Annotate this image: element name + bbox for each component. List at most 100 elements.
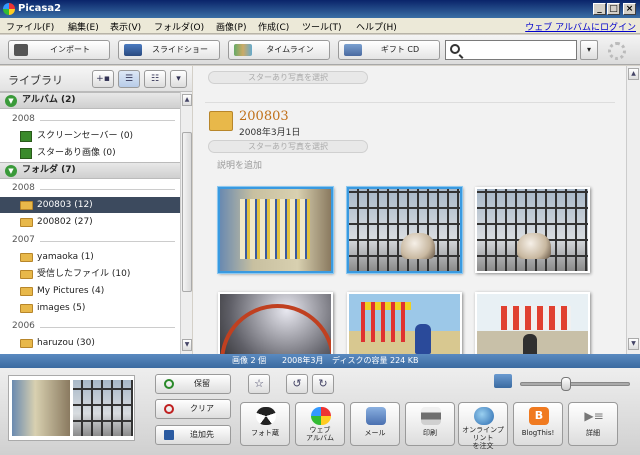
status-disk-size: ディスクの容量 224 KB xyxy=(332,356,419,365)
folder-item-my-pictures[interactable]: My Pictures (4) xyxy=(20,283,180,299)
folder-icon xyxy=(209,111,233,131)
folder-icon xyxy=(20,339,33,348)
menu-tools[interactable]: ツール(T) xyxy=(302,20,342,33)
blogthis-button[interactable]: B BlogThis! xyxy=(513,402,563,446)
slider-knob[interactable] xyxy=(561,377,571,391)
thumbnail-size-icon xyxy=(494,374,512,388)
album-item-screensaver[interactable]: スクリーンセーバー (0) xyxy=(20,128,180,144)
scroll-down-icon[interactable]: ▼ xyxy=(628,338,639,350)
album-icon xyxy=(20,131,32,142)
folder-item-haruzou[interactable]: haruzou (30) xyxy=(20,335,180,351)
albums-section-header[interactable]: ▼ アルバム (2) xyxy=(0,92,180,109)
new-album-button[interactable]: +▪ xyxy=(92,70,114,88)
print-button[interactable]: 印刷 xyxy=(405,402,455,446)
timeline-button[interactable]: タイムライン xyxy=(228,40,330,60)
library-scrollbar[interactable]: ▲ ▼ xyxy=(180,92,192,354)
child-in-photo xyxy=(415,324,431,354)
photo-thumbnail[interactable] xyxy=(217,186,334,274)
album-item-starred[interactable]: スターあり画像 (0) xyxy=(20,145,180,161)
hold-button[interactable]: 保留 xyxy=(155,374,231,394)
web-album-button[interactable]: ウェブ アルバム xyxy=(295,402,345,446)
photo-thumbnail[interactable] xyxy=(347,292,462,354)
photozou-icon xyxy=(256,407,276,425)
year-divider xyxy=(40,241,175,242)
search-dropdown-button[interactable]: ▾ xyxy=(580,40,598,60)
title-bar: Picasa2 _ □ × xyxy=(0,0,640,18)
year-label: 2008 xyxy=(12,114,35,124)
photo-content xyxy=(220,304,331,354)
folder-item-200802[interactable]: 200802 (27) xyxy=(20,214,180,230)
tray-photo[interactable] xyxy=(73,380,133,436)
thumbnail-size-slider[interactable] xyxy=(520,377,630,391)
scroll-up-icon[interactable]: ▲ xyxy=(628,68,639,80)
library-options-button[interactable]: ▾ xyxy=(170,70,187,88)
folders-section-header[interactable]: ▼ フォルダ (7) xyxy=(0,162,180,179)
clear-icon xyxy=(164,404,174,414)
folder-item-images[interactable]: images (5) xyxy=(20,300,180,316)
tree-view-button[interactable]: ☷ xyxy=(144,70,166,88)
tray-photo[interactable] xyxy=(12,380,70,436)
web-album-icon xyxy=(311,407,331,425)
menu-create[interactable]: 作成(C) xyxy=(258,20,289,33)
scrollbar-thumb[interactable] xyxy=(182,132,192,292)
close-button[interactable]: × xyxy=(623,3,636,15)
toolbar: インポート スライドショー タイムライン ギフト CD ▾ xyxy=(0,35,640,65)
flat-view-button[interactable]: ☰ xyxy=(118,70,140,88)
slideshow-button[interactable]: スライドショー xyxy=(118,40,220,60)
menu-bar: ファイル(F) 編集(E) 表示(V) フォルダ(O) 画像(P) 作成(C) … xyxy=(0,18,640,34)
photo-thumbnail[interactable] xyxy=(218,292,333,354)
menu-view[interactable]: 表示(V) xyxy=(110,20,141,33)
rotate-right-button[interactable]: ↻ xyxy=(312,374,334,394)
import-button[interactable]: インポート xyxy=(8,40,110,60)
collapse-icon: ▼ xyxy=(5,165,17,177)
status-count: 画像 2 個 xyxy=(232,356,267,365)
rotate-left-button[interactable]: ↺ xyxy=(286,374,308,394)
email-button[interactable]: メール xyxy=(350,402,400,446)
library-header: ライブラリ +▪ ☰ ☷ ▾ xyxy=(0,66,192,92)
timeline-icon xyxy=(234,44,252,56)
maximize-button[interactable]: □ xyxy=(607,3,620,15)
year-divider xyxy=(40,327,175,328)
select-starred-button[interactable]: スターあり写真を選択 xyxy=(208,140,368,153)
child-in-photo xyxy=(523,334,537,354)
folder-item-yamaoka[interactable]: yamaoka (1) xyxy=(20,249,180,265)
clear-button[interactable]: クリア xyxy=(155,399,231,419)
scroll-up-icon[interactable]: ▲ xyxy=(182,94,192,106)
photo-content xyxy=(501,306,571,330)
add-to-button[interactable]: 追加先 xyxy=(155,425,231,445)
folder-item-received[interactable]: 受信したファイル (10) xyxy=(20,266,180,282)
folder-date: 2008年3月1日 xyxy=(239,128,301,138)
menu-file[interactable]: ファイル(F) xyxy=(6,20,54,33)
menu-picture[interactable]: 画像(P) xyxy=(216,20,246,33)
photo-content xyxy=(361,302,411,342)
star-button[interactable]: ☆ xyxy=(248,374,270,394)
menu-help[interactable]: ヘルプ(H) xyxy=(356,20,397,33)
search-input[interactable] xyxy=(445,40,577,60)
photo-thumbnail[interactable] xyxy=(346,186,463,274)
web-album-login-link[interactable]: ウェブ アルバムにログイン xyxy=(525,20,636,33)
photo-thumbnail[interactable] xyxy=(475,292,590,354)
select-starred-previous[interactable]: スターあり写真を選択 xyxy=(208,71,368,84)
folder-icon xyxy=(20,201,33,210)
order-prints-button[interactable]: オンラインプリント を注文 xyxy=(458,402,508,450)
lightbox-scrollbar[interactable]: ▲ ▼ xyxy=(626,66,640,354)
menu-edit[interactable]: 編集(E) xyxy=(68,20,99,33)
email-icon xyxy=(366,407,386,425)
folder-item-200803[interactable]: 200803 (12) xyxy=(0,197,180,213)
menu-folder[interactable]: フォルダ(O) xyxy=(154,20,204,33)
photo-thumbnail[interactable] xyxy=(475,187,590,273)
photozou-button[interactable]: フォト蔵 xyxy=(240,402,290,446)
scroll-down-icon[interactable]: ▼ xyxy=(182,339,192,351)
gift-cd-button[interactable]: ギフト CD xyxy=(338,40,440,60)
add-caption-link[interactable]: 説明を追加 xyxy=(217,158,262,171)
minimize-button[interactable]: _ xyxy=(593,3,606,15)
folder-icon xyxy=(20,304,33,313)
gift-cd-icon xyxy=(344,44,362,56)
folder-icon xyxy=(20,270,33,279)
album-icon xyxy=(20,148,32,159)
folder-name[interactable]: 200803 xyxy=(239,109,289,124)
slideshow-icon xyxy=(124,44,142,56)
more-button[interactable]: ▶≡ 詳細 xyxy=(568,402,618,446)
status-date: 2008年3月 xyxy=(282,356,324,365)
folder-header: 200803 2008年3月1日 xyxy=(205,102,615,162)
